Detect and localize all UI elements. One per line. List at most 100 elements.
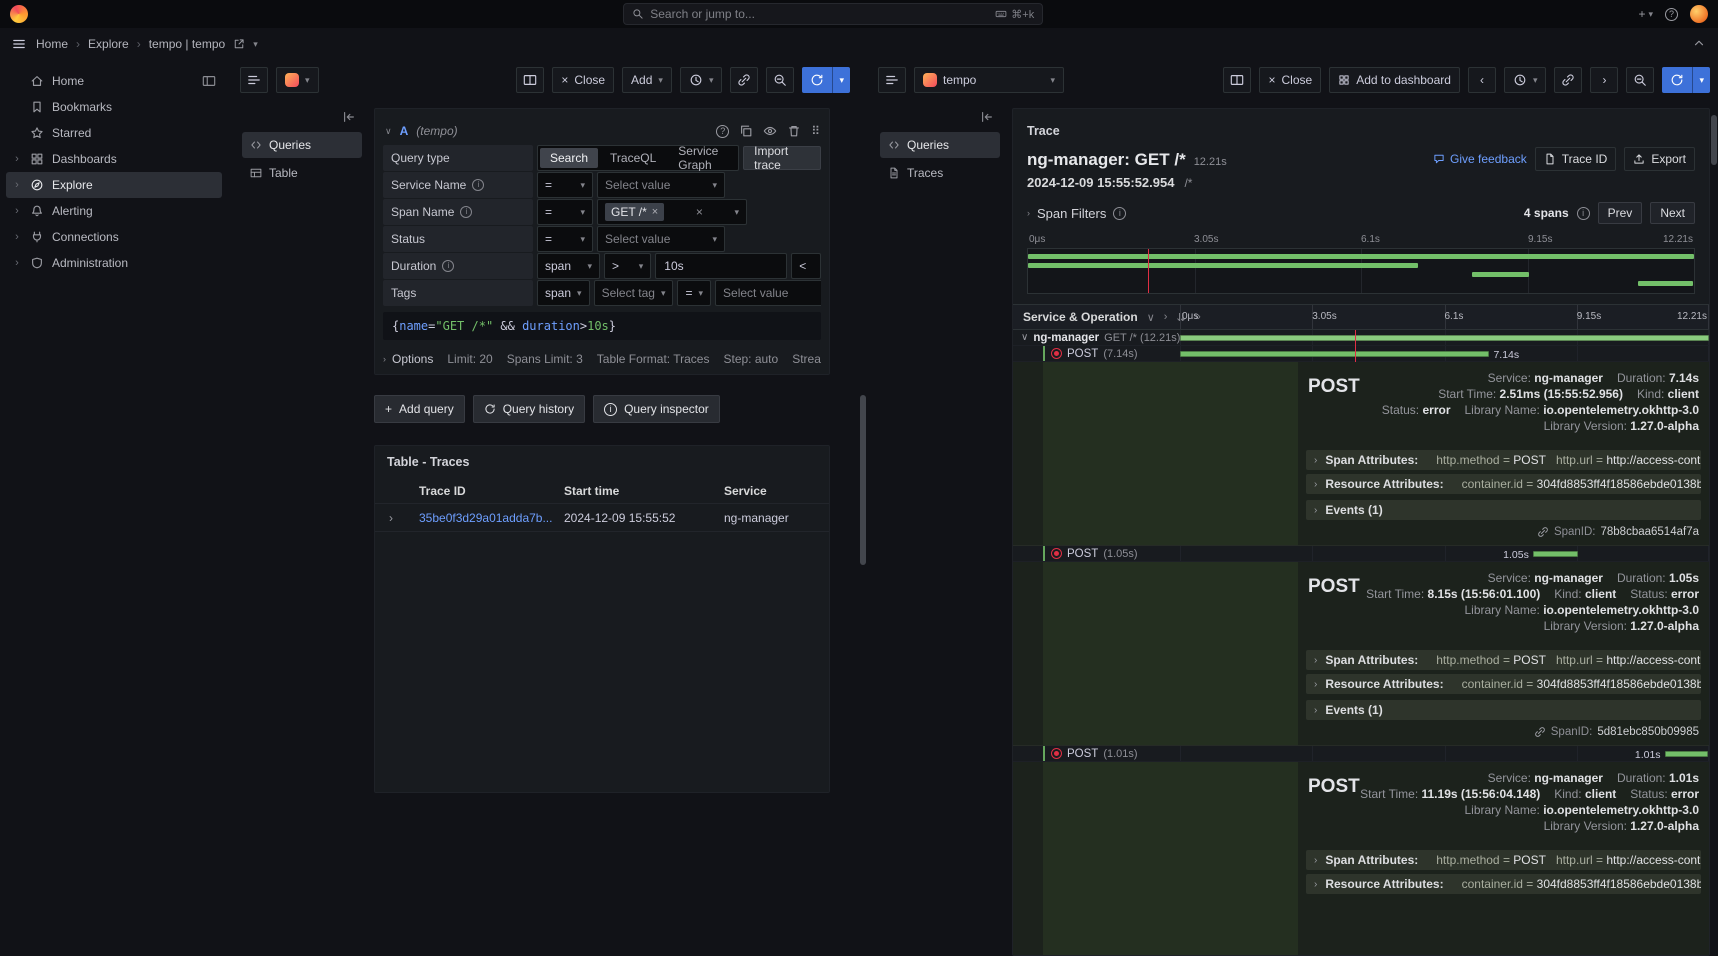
- duration-scope-select[interactable]: span▾: [537, 253, 600, 279]
- sidebar-item-connections[interactable]: › Connections: [6, 224, 222, 250]
- add-dropdown-button[interactable]: Add▾: [622, 67, 672, 93]
- link-icon[interactable]: [730, 67, 758, 93]
- user-avatar[interactable]: [1690, 5, 1708, 23]
- give-feedback-link[interactable]: Give feedback: [1433, 152, 1527, 166]
- resource-attributes-row[interactable]: › Resource Attributes: container.id = 30…: [1306, 674, 1701, 694]
- split-view-icon[interactable]: [516, 67, 544, 93]
- minimap-canvas[interactable]: [1027, 248, 1695, 294]
- time-back-button[interactable]: ‹: [1468, 67, 1496, 93]
- close-pane-button[interactable]: ×Close: [552, 67, 614, 93]
- status-operator-select[interactable]: =▾: [537, 226, 593, 252]
- sidebar-item-starred[interactable]: Starred: [6, 120, 222, 146]
- service-name-value-select[interactable]: Select value▾: [597, 172, 725, 198]
- span-name-chip[interactable]: GET /*×: [605, 203, 664, 221]
- span-bar[interactable]: [1180, 335, 1709, 341]
- delete-query-icon[interactable]: [787, 124, 801, 138]
- sidebar-item-dashboards[interactable]: › Dashboards: [6, 146, 222, 172]
- link-icon[interactable]: [1554, 67, 1582, 93]
- add-to-dashboard-button[interactable]: Add to dashboard: [1329, 67, 1460, 93]
- grafana-logo[interactable]: [10, 5, 28, 23]
- duration-max-operator[interactable]: <: [791, 253, 821, 279]
- trace-id-link[interactable]: 35be0f3d29a01adda7b...: [419, 511, 564, 525]
- status-value-select[interactable]: Select value▾: [597, 226, 725, 252]
- span-row[interactable]: POST (7.14s) 7.14s: [1013, 346, 1709, 362]
- span-name-operator-select[interactable]: =▾: [537, 199, 593, 225]
- collapse-sidebar-icon[interactable]: [980, 110, 994, 124]
- import-trace-button[interactable]: Import trace: [743, 146, 821, 170]
- run-query-button[interactable]: ▾: [1662, 67, 1710, 93]
- events-row[interactable]: › Events (1): [1306, 500, 1701, 520]
- zoom-out-icon[interactable]: [766, 67, 794, 93]
- query-inspector-button[interactable]: iQuery inspector: [593, 395, 720, 423]
- time-picker-button[interactable]: ▾: [680, 67, 723, 93]
- drag-handle-icon[interactable]: ⠿: [811, 124, 819, 138]
- breadcrumb-home[interactable]: Home: [36, 37, 68, 51]
- duplicate-query-icon[interactable]: [739, 124, 753, 138]
- tags-scope-select[interactable]: span▾: [537, 280, 590, 306]
- hide-response-icon[interactable]: [763, 124, 777, 138]
- collapse-span-icon[interactable]: ∨: [1021, 332, 1028, 343]
- sidebar-item-explore[interactable]: › Explore: [6, 172, 222, 198]
- clear-value-icon[interactable]: ×: [696, 205, 703, 219]
- dock-menu-icon[interactable]: [202, 74, 216, 88]
- span-name-value-select[interactable]: GET /*× × ▾: [597, 199, 747, 225]
- span-filters-toggle[interactable]: › Span Filters i: [1027, 206, 1126, 221]
- tab-search[interactable]: Search: [540, 148, 598, 168]
- tags-operator-select[interactable]: =▾: [677, 280, 711, 306]
- export-button[interactable]: Export: [1624, 147, 1695, 171]
- expand-icon[interactable]: ›: [1164, 311, 1168, 323]
- span-attributes-row[interactable]: › Span Attributes: http.method = POSThtt…: [1306, 850, 1701, 870]
- table-row[interactable]: › 35be0f3d29a01adda7b... 2024-12-09 15:5…: [375, 504, 829, 532]
- breadcrumb-explore[interactable]: Explore: [88, 37, 129, 51]
- span-row[interactable]: POST (1.01s) 1.01s: [1013, 746, 1709, 762]
- sort-icon[interactable]: ∨: [1147, 311, 1155, 324]
- time-forward-button[interactable]: ›: [1590, 67, 1618, 93]
- trace-id-button[interactable]: Trace ID: [1535, 147, 1617, 171]
- collapse-sidebar-icon[interactable]: [342, 110, 356, 124]
- refresh-icon[interactable]: [802, 67, 832, 93]
- events-row[interactable]: › Events (1): [1306, 700, 1701, 720]
- split-view-icon[interactable]: [1223, 67, 1251, 93]
- collapse-query-icon[interactable]: ∨: [385, 127, 392, 136]
- menu-toggle-icon[interactable]: [12, 37, 26, 51]
- tab-queries[interactable]: Queries: [242, 132, 362, 158]
- collapse-chrome-icon[interactable]: [1692, 36, 1706, 50]
- datasource-picker[interactable]: ▾: [276, 67, 319, 93]
- tags-tag-select[interactable]: Select tag▾: [594, 280, 674, 306]
- span-bar[interactable]: 7.14s: [1180, 351, 1489, 357]
- share-icon[interactable]: [233, 38, 245, 50]
- query-rows-icon[interactable]: [240, 67, 268, 93]
- link-icon[interactable]: [1534, 726, 1546, 738]
- zoom-out-icon[interactable]: [1626, 67, 1654, 93]
- search-input[interactable]: [650, 7, 989, 21]
- sidebar-item-home[interactable]: Home: [6, 68, 222, 94]
- add-menu-button[interactable]: +▾: [1638, 7, 1653, 21]
- sidebar-item-administration[interactable]: › Administration: [6, 250, 222, 276]
- query-rows-icon[interactable]: [878, 67, 906, 93]
- close-pane-button[interactable]: ×Close: [1259, 67, 1321, 93]
- span-bar[interactable]: 1.05s: [1533, 551, 1578, 557]
- sidebar-item-alerting[interactable]: › Alerting: [6, 198, 222, 224]
- options-toggle[interactable]: ›Options: [383, 352, 433, 366]
- duration-operator-select[interactable]: >▾: [604, 253, 651, 279]
- tab-table[interactable]: Table: [242, 160, 362, 186]
- sidebar-item-bookmarks[interactable]: Bookmarks: [6, 94, 222, 120]
- query-history-button[interactable]: Query history: [473, 395, 585, 423]
- resource-attributes-row[interactable]: › Resource Attributes: container.id = 30…: [1306, 474, 1701, 494]
- scrollbar[interactable]: [1711, 115, 1717, 165]
- search-box[interactable]: ⌘+k: [623, 3, 1043, 25]
- tab-traceql[interactable]: TraceQL: [600, 148, 666, 168]
- tab-traces[interactable]: Traces: [880, 160, 1000, 186]
- remove-chip-icon[interactable]: ×: [652, 206, 658, 218]
- datasource-picker[interactable]: tempo ▾: [914, 67, 1064, 93]
- refresh-icon[interactable]: [1662, 67, 1692, 93]
- next-span-button[interactable]: Next: [1650, 202, 1695, 224]
- service-name-operator-select[interactable]: =▾: [537, 172, 593, 198]
- duration-value-input[interactable]: [655, 253, 787, 279]
- scrollbar[interactable]: [860, 395, 866, 565]
- span-attributes-row[interactable]: › Span Attributes: http.method = POSThtt…: [1306, 450, 1701, 470]
- link-icon[interactable]: [1537, 526, 1549, 538]
- tab-queries[interactable]: Queries: [880, 132, 1000, 158]
- span-row-root[interactable]: ∨ ng-manager GET /* (12.21s): [1013, 330, 1709, 346]
- span-bar[interactable]: 1.01s: [1665, 751, 1709, 757]
